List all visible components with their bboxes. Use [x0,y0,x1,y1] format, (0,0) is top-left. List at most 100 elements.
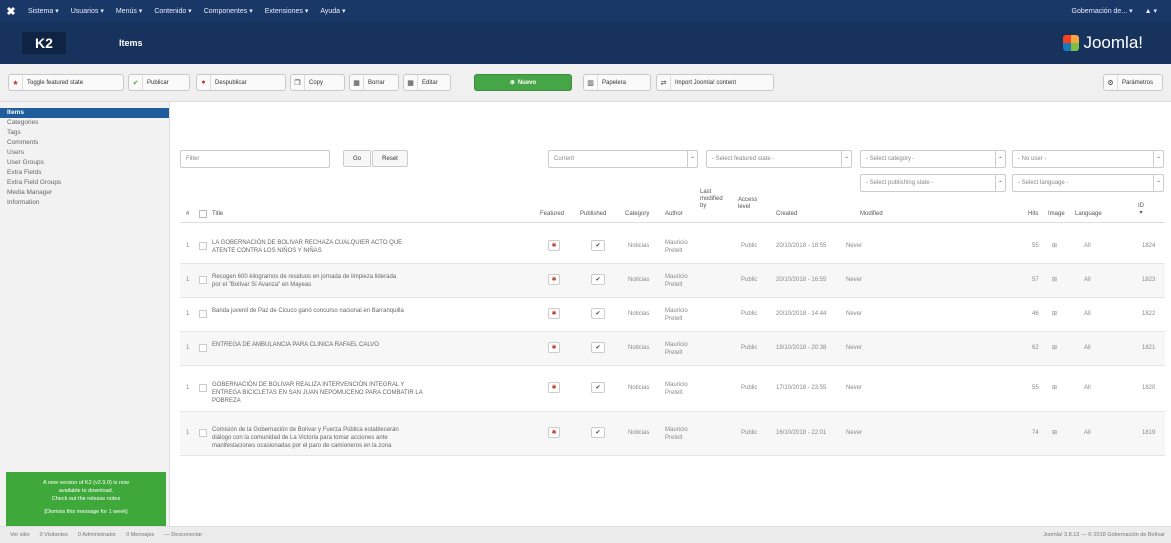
sidebar-item-extra-field-groups[interactable]: Extra Field Groups [0,178,169,188]
col-published[interactable]: Published [580,211,606,218]
admin-menu-item[interactable]: Usuarios ▾ [65,7,110,15]
author-link[interactable]: Mauricio Pretelt [665,239,688,255]
go-button[interactable]: Go [343,150,371,167]
featured-toggle[interactable]: ✱ [548,342,560,353]
col-access[interactable]: Access level [738,197,757,211]
col-category[interactable]: Category [625,211,649,218]
search-input[interactable]: Filter [180,150,330,168]
featured-toggle[interactable]: ✱ [548,308,560,319]
col-last-modified[interactable]: Last modified by [700,189,723,210]
col-id[interactable]: ID ▾ [1138,203,1144,217]
footer-link[interactable]: 0 Administrador [78,532,116,538]
col-num[interactable]: # [186,211,189,218]
row-checkbox[interactable] [199,344,207,352]
unpublish-button[interactable]: ● Despublicar [196,74,286,91]
category-link[interactable]: Noticias [628,384,649,392]
trash-button[interactable]: ▥ Papelera [583,74,651,91]
site-name-menu[interactable]: Gobernación de... ▾ [1066,7,1139,15]
row-checkbox[interactable] [199,429,207,437]
col-featured[interactable]: Featured [540,211,564,218]
sidebar-item-items[interactable]: Items [0,108,169,118]
image-icon[interactable]: ⊞ [1052,429,1057,437]
item-title-link[interactable]: GOBERNACIÓN DE BOLIVAR REALIZA INTERVENC… [212,381,552,405]
admin-menu-item[interactable]: Extensiones ▾ [259,7,315,15]
item-title-link[interactable]: ENTREGA DE AMBULANCIA PARA CLINICA RAFAE… [212,341,552,349]
item-title-link[interactable]: Banda juvenil de Paz de Cicuco ganó conc… [212,307,552,315]
admin-menu-item[interactable]: Contenido ▾ [148,7,197,15]
sidebar-item-users[interactable]: Users [0,148,169,158]
sidebar-item-extra-fields[interactable]: Extra Fields [0,168,169,178]
published-toggle[interactable]: ✔ [591,274,605,285]
category-link[interactable]: Noticias [628,429,649,437]
sidebar-item-tags[interactable]: Tags [0,128,169,138]
image-icon[interactable]: ⊞ [1052,310,1057,318]
joomla-icon[interactable]: ✖ [0,5,22,18]
image-icon[interactable]: ⊞ [1052,384,1057,392]
featured-toggle[interactable]: ✱ [548,382,560,393]
published-toggle[interactable]: ✔ [591,308,605,319]
row-checkbox[interactable] [199,242,207,250]
footer-link[interactable]: — Desconectar [164,532,202,538]
item-title-link[interactable]: Recogen 600 kilogramos de residuos en jo… [212,273,552,289]
image-icon[interactable]: ⊞ [1052,276,1057,284]
edit-button[interactable]: ▦ Editar [403,74,451,91]
admin-menu-item[interactable]: Componentes ▾ [198,7,259,15]
sidebar-item-categories[interactable]: Categories [0,118,169,128]
parameters-button[interactable]: ⚙ Parámetros [1103,74,1163,91]
category-link[interactable]: Noticias [628,310,649,318]
image-icon[interactable]: ⊞ [1052,242,1057,250]
footer-link[interactable]: 0 Visitantes [40,532,68,538]
col-hits[interactable]: Hits [1028,211,1038,218]
admin-menu-item[interactable]: Sistema ▾ [22,7,65,15]
new-button[interactable]: ⊕ Nuevo [474,74,572,91]
col-image[interactable]: Image [1048,211,1065,218]
category-link[interactable]: Noticias [628,276,649,284]
published-toggle[interactable]: ✔ [591,240,605,251]
item-title-link[interactable]: LA GOBERNACIÓN DE BOLIVAR RECHAZA CUALQU… [212,239,552,255]
image-icon[interactable]: ⊞ [1052,344,1057,352]
footer-link[interactable]: 0 Mensajes [126,532,154,538]
admin-menu-item[interactable]: Menús ▾ [110,7,148,15]
author-link[interactable]: Mauricio Pretelt [665,381,688,397]
select-all-checkbox[interactable] [199,210,207,218]
published-toggle[interactable]: ✔ [591,342,605,353]
category-link[interactable]: Noticias [628,344,649,352]
published-toggle[interactable]: ✔ [591,427,605,438]
col-modified[interactable]: Modified [860,211,883,218]
release-notes-link[interactable]: Check out the release notes [6,495,166,503]
row-checkbox[interactable] [199,276,207,284]
user-select[interactable]: - No user - ⌃ [1012,150,1164,168]
col-language[interactable]: Language [1075,211,1102,218]
author-link[interactable]: Mauricio Pretelt [665,341,688,357]
copy-button[interactable]: ❐ Copy [290,74,345,91]
author-link[interactable]: Mauricio Pretelt [665,273,688,289]
col-title[interactable]: Title [212,211,223,218]
sidebar-item-user-groups[interactable]: User Groups [0,158,169,168]
published-toggle[interactable]: ✔ [591,382,605,393]
footer-link[interactable]: Ver sitio [10,532,30,538]
delete-button[interactable]: ▦ Borrar [349,74,399,91]
featured-select[interactable]: - Select featured state - ⌃ [706,150,852,168]
toggle-featured-button[interactable]: ★ Toggle featured state [8,74,124,91]
update-notice[interactable]: A new version of K2 (v2.9.0) is now avai… [6,472,166,532]
row-checkbox[interactable] [199,310,207,318]
col-author[interactable]: Author [665,211,683,218]
author-link[interactable]: Mauricio Pretelt [665,426,688,442]
category-link[interactable]: Noticias [628,242,649,250]
author-link[interactable]: Mauricio Pretelt [665,307,688,323]
state-select[interactable]: Current ⌃ [548,150,698,168]
row-checkbox[interactable] [199,384,207,392]
publish-button[interactable]: ✔ Publicar [128,74,190,91]
sidebar-item-comments[interactable]: Comments [0,138,169,148]
category-select[interactable]: - Select category - ⌃ [860,150,1006,168]
featured-toggle[interactable]: ✱ [548,274,560,285]
item-title-link[interactable]: Comisión de la Gobernación de Bolívar y … [212,426,552,450]
col-created[interactable]: Created [776,211,797,218]
sidebar-item-information[interactable]: Information [0,198,169,208]
featured-toggle[interactable]: ✱ [548,240,560,251]
reset-button[interactable]: Reset [372,150,408,167]
dismiss-notice-link[interactable]: [Dismiss this message for 1 week] [6,508,166,516]
user-menu-icon[interactable]: ▲ ▾ [1139,7,1163,15]
sidebar-item-media-manager[interactable]: Media Manager [0,188,169,198]
featured-toggle[interactable]: ✱ [548,427,560,438]
